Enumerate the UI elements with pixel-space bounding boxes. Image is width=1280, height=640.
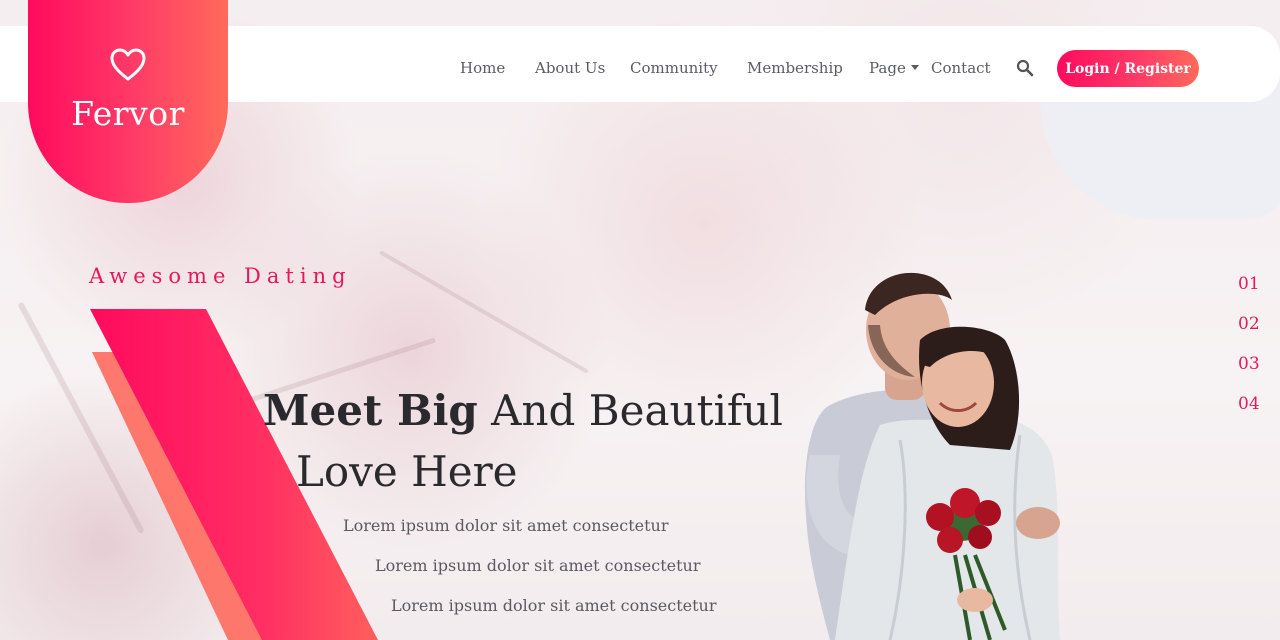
nav-membership[interactable]: Membership [747,59,843,77]
brand-logo[interactable]: Fervor [28,0,228,203]
heart-icon [110,48,146,81]
nav-page-dropdown[interactable]: Page [869,59,919,77]
hero-headline: Meet Big And Beautiful [263,380,783,442]
brand-name: Fervor [71,94,185,133]
hero-text-line: Lorem ipsum dolor sit amet consectetur [391,596,717,615]
slide-indicator-3[interactable]: 03 [1238,354,1260,374]
hero-text-line: Lorem ipsum dolor sit amet consectetur [343,516,669,535]
nav-about-us[interactable]: About Us [535,59,605,77]
couple-photo [805,272,1060,640]
hero-headline-line2: Love Here [296,447,518,496]
headline-bold: Meet Big [263,386,478,435]
slide-indicator-1[interactable]: 01 [1238,274,1260,294]
hero-subtitle: Awesome Dating [89,264,352,288]
slide-indicator-4[interactable]: 04 [1238,394,1260,414]
hero-text-line: Lorem ipsum dolor sit amet consectetur [375,556,701,575]
nav-home[interactable]: Home [460,59,505,77]
nav-community[interactable]: Community [630,59,718,77]
caret-down-icon [910,65,919,70]
nav-page-label: Page [869,59,906,77]
headline-rest: And Beautiful [491,386,783,435]
slide-indicator-2[interactable]: 02 [1238,314,1260,334]
nav-contact[interactable]: Contact [931,59,991,77]
login-register-button[interactable]: Login / Register [1057,50,1199,87]
search-icon[interactable] [1016,59,1034,77]
